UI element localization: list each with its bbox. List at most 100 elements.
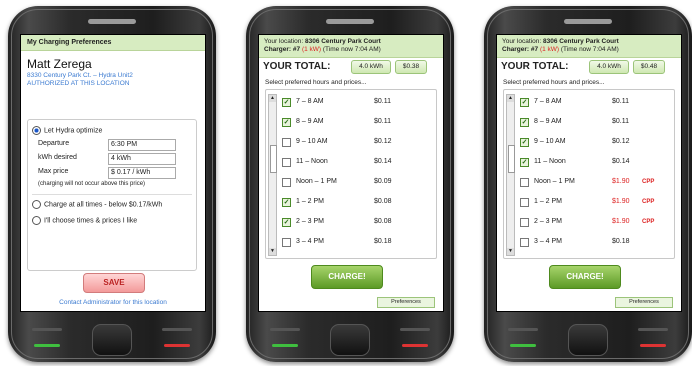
hour-row[interactable]: 11 – Noon $0.14 — [282, 154, 432, 170]
location-label: Your location: — [264, 38, 304, 45]
option-choose[interactable]: I'll choose times & prices I like — [32, 216, 137, 225]
home-button[interactable] — [330, 324, 370, 356]
hour-row[interactable]: ✓ 8 – 9 AM $0.11 — [520, 114, 670, 130]
phone-controls — [246, 314, 454, 358]
call-key[interactable] — [270, 328, 300, 331]
charge-button[interactable]: CHARGE! — [549, 265, 621, 289]
cpp-badge: CPP — [642, 219, 655, 225]
checkbox-checked-icon[interactable]: ✓ — [520, 98, 529, 107]
scroll-down-icon[interactable]: ▼ — [507, 248, 514, 255]
hour-price: $1.90 — [612, 178, 630, 185]
scrollbar[interactable]: ▲ ▼ — [268, 94, 277, 256]
home-button[interactable] — [92, 324, 132, 356]
hour-price: $0.08 — [374, 198, 392, 205]
checkbox-icon[interactable] — [282, 178, 291, 187]
hour-price: $0.12 — [374, 138, 392, 145]
checkbox-icon[interactable] — [520, 178, 529, 187]
option-all-times[interactable]: Charge at all times - below $0.17/kWh — [32, 200, 162, 209]
checkbox-icon[interactable] — [520, 238, 529, 247]
call-key[interactable] — [32, 328, 62, 331]
checkbox-checked-icon[interactable]: ✓ — [282, 218, 291, 227]
departure-field[interactable]: 6:30 PM — [108, 139, 176, 151]
hour-row[interactable]: Noon – 1 PM $1.90 CPP — [520, 174, 670, 190]
checkbox-icon[interactable] — [282, 158, 291, 167]
maxprice-field[interactable]: $ 0.17 / kWh — [108, 167, 176, 179]
hour-row[interactable]: ✓ 2 – 3 PM $0.08 — [282, 214, 432, 230]
hour-label: 9 – 10 AM — [534, 138, 566, 145]
location-value: 8306 Century Park Court — [304, 38, 381, 45]
option-hydra[interactable]: Let Hydra optimize — [32, 126, 102, 135]
hour-row[interactable]: ✓ 7 – 8 AM $0.11 — [282, 94, 432, 110]
kwh-field[interactable]: 4 kWh — [108, 153, 176, 165]
hour-row[interactable]: 9 – 10 AM $0.12 — [282, 134, 432, 150]
authorized-status: AUTHORIZED AT THIS LOCATION — [27, 80, 130, 87]
checkbox-checked-icon[interactable]: ✓ — [520, 118, 529, 127]
phone-controls — [8, 314, 216, 358]
scroll-thumb[interactable] — [508, 145, 515, 173]
hour-row[interactable]: 3 – 4 PM $0.18 — [520, 234, 670, 250]
hour-row[interactable]: ✓ 1 – 2 PM $0.08 — [282, 194, 432, 210]
hour-price: $0.14 — [374, 158, 392, 165]
charger-kw: (1 kW) — [301, 46, 322, 53]
preferences-button[interactable]: Preferences — [377, 297, 435, 308]
radio-icon[interactable] — [32, 200, 41, 209]
checkbox-icon[interactable] — [282, 138, 291, 147]
hour-label: 8 – 9 AM — [296, 118, 324, 125]
total-price: $0.38 — [395, 60, 427, 74]
hour-label: 7 – 8 AM — [296, 98, 324, 105]
radio-icon[interactable] — [32, 216, 41, 225]
save-button[interactable]: SAVE — [83, 273, 145, 293]
hour-price: $1.90 — [612, 198, 630, 205]
end-key[interactable] — [400, 328, 430, 331]
total-kwh: 4.0 kWh — [589, 60, 629, 74]
hour-row[interactable]: 3 – 4 PM $0.18 — [282, 234, 432, 250]
checkbox-checked-icon[interactable]: ✓ — [520, 138, 529, 147]
speaker — [88, 19, 136, 24]
hour-row[interactable]: 1 – 2 PM $1.90 CPP — [520, 194, 670, 210]
phone-2: Your location: 8306 Century Park Court C… — [246, 6, 454, 362]
checkbox-icon[interactable] — [520, 218, 529, 227]
checkbox-checked-icon[interactable]: ✓ — [520, 158, 529, 167]
scroll-up-icon[interactable]: ▲ — [269, 95, 276, 102]
hour-row[interactable]: 2 – 3 PM $1.90 CPP — [520, 214, 670, 230]
hour-row[interactable]: ✓ 8 – 9 AM $0.11 — [282, 114, 432, 130]
scrollbar[interactable]: ▲ ▼ — [506, 94, 515, 256]
checkbox-checked-icon[interactable]: ✓ — [282, 98, 291, 107]
checkbox-icon[interactable] — [282, 238, 291, 247]
hour-row[interactable]: ✓ 11 – Noon $0.14 — [520, 154, 670, 170]
end-key[interactable] — [638, 328, 668, 331]
end-indicator-icon — [164, 344, 190, 347]
checkbox-checked-icon[interactable]: ✓ — [282, 198, 291, 207]
hour-row[interactable]: Noon – 1 PM $0.09 — [282, 174, 432, 190]
cpp-badge: CPP — [642, 179, 655, 185]
charger-label: Charger: #7 — [264, 46, 301, 53]
hour-row[interactable]: ✓ 9 – 10 AM $0.12 — [520, 134, 670, 150]
home-button[interactable] — [568, 324, 608, 356]
end-key[interactable] — [162, 328, 192, 331]
checkbox-checked-icon[interactable]: ✓ — [282, 118, 291, 127]
option-choose-label: I'll choose times & prices I like — [44, 217, 138, 225]
charge-button[interactable]: CHARGE! — [311, 265, 383, 289]
speaker — [564, 19, 612, 24]
hour-label: 1 – 2 PM — [534, 198, 563, 205]
call-key[interactable] — [508, 328, 538, 331]
hour-label: 11 – Noon — [534, 158, 566, 165]
options-box: Let Hydra optimize Departure 6:30 PM kWh… — [27, 119, 197, 271]
radio-selected-icon[interactable] — [32, 126, 41, 135]
hour-label: 8 – 9 AM — [534, 118, 562, 125]
scroll-up-icon[interactable]: ▲ — [507, 95, 514, 102]
hour-price: $1.90 — [612, 218, 630, 225]
select-label: Select preferred hours and prices... — [265, 79, 367, 86]
scroll-down-icon[interactable]: ▼ — [269, 248, 276, 255]
location-header: Your location: 8306 Century Park Court C… — [259, 35, 443, 58]
checkbox-icon[interactable] — [520, 198, 529, 207]
contact-link[interactable]: Contact Administrator for this location — [21, 299, 205, 306]
hour-row[interactable]: ✓ 7 – 8 AM $0.11 — [520, 94, 670, 110]
hours-screen: Your location: 8306 Century Park Court C… — [258, 34, 444, 312]
preferences-button[interactable]: Preferences — [615, 297, 673, 308]
maxprice-label: Max price — [38, 168, 69, 175]
total-label: YOUR TOTAL: — [501, 61, 569, 72]
location-header: Your location: 8306 Century Park Court C… — [497, 35, 681, 58]
scroll-thumb[interactable] — [270, 145, 277, 173]
location-value: 8306 Century Park Court — [542, 38, 619, 45]
